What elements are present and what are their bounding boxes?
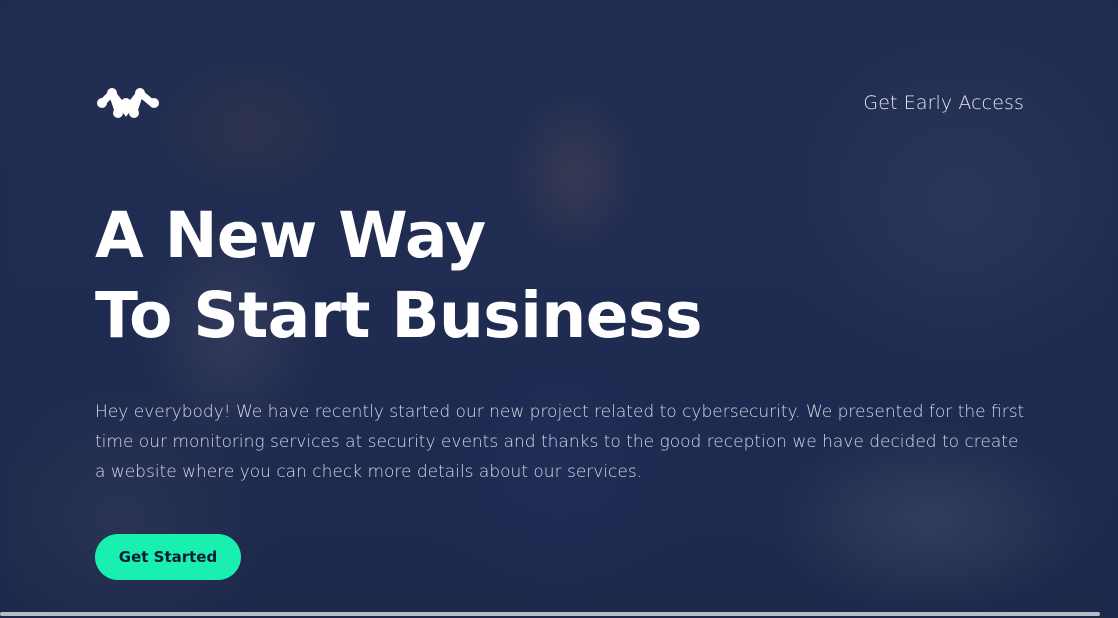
page-title: A New Way To Start Business [95,196,702,356]
brand-logo-icon[interactable] [96,84,162,122]
get-started-button[interactable]: Get Started [95,534,241,580]
page-title-line-1: A New Way [95,199,486,272]
hero-description: Hey everybody! We have recently started … [95,402,1025,482]
hero-section: Get Early Access A New Way To Start Busi… [0,0,1118,618]
get-early-access-link[interactable]: Get Early Access [863,92,1024,114]
page-title-line-2: To Start Business [95,279,702,352]
horizontal-scrollbar[interactable] [0,612,1100,616]
